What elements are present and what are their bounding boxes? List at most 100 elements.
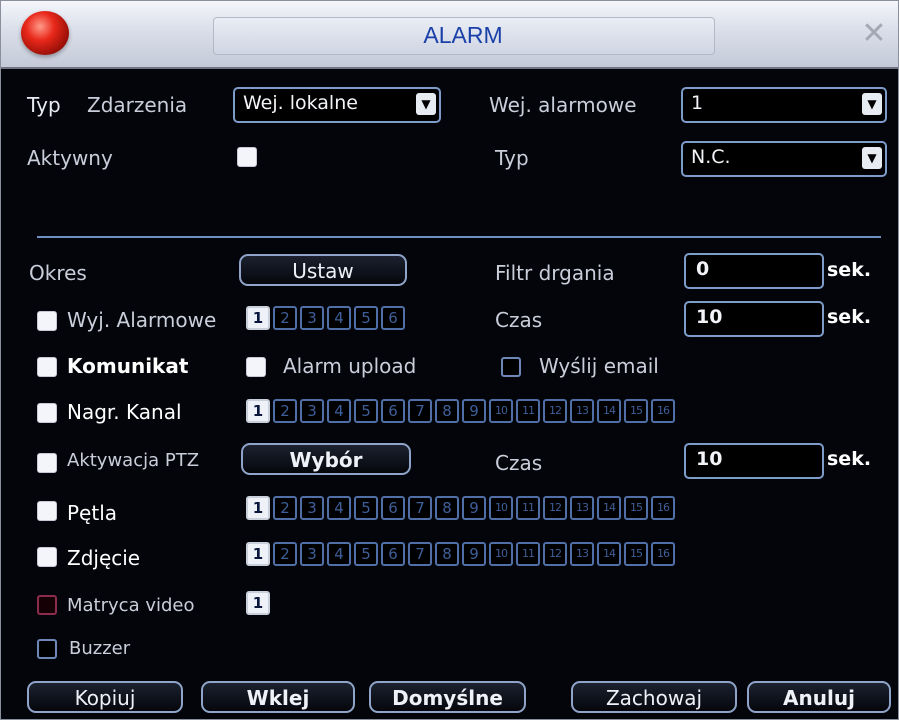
alarm-upload-label: Alarm upload (283, 354, 417, 378)
channel-toggle[interactable]: 6 (381, 399, 405, 423)
ptz-checkbox[interactable] (37, 453, 57, 473)
ustaw-button[interactable]: Ustaw (239, 254, 407, 286)
zdarzenia-value: Wej. lokalne (243, 92, 358, 114)
wyslij-email-checkbox[interactable] (501, 357, 521, 377)
czas2-input[interactable]: 10 (684, 443, 824, 479)
channel-toggle[interactable]: 2 (273, 496, 297, 520)
channel-toggle[interactable]: 4 (327, 306, 351, 330)
wej-alarmowe-value: 1 (691, 92, 704, 114)
typ-select[interactable]: N.C. ▼ (681, 141, 887, 177)
channel-toggle[interactable]: 1 (246, 591, 270, 615)
wyj-checkbox[interactable] (37, 311, 57, 331)
channel-toggle[interactable]: 3 (300, 399, 324, 423)
channel-toggle[interactable]: 13 (570, 542, 594, 566)
channel-toggle[interactable]: 11 (516, 496, 540, 520)
section-divider (37, 236, 881, 238)
wklej-button[interactable]: Wklej (201, 681, 355, 713)
close-icon[interactable]: ✕ (859, 19, 889, 49)
window-title: ALARM (423, 22, 503, 48)
channel-toggle[interactable]: 1 (246, 542, 270, 566)
channel-toggle[interactable]: 3 (300, 306, 324, 330)
chevron-down-icon: ▼ (862, 93, 882, 115)
buzzer-label: Buzzer (69, 638, 131, 659)
channel-toggle[interactable]: 8 (435, 542, 459, 566)
anuluj-button[interactable]: Anuluj (747, 681, 891, 713)
kopiuj-button[interactable]: Kopiuj (27, 681, 183, 713)
nagr-label: Nagr. Kanal (67, 400, 182, 424)
channel-toggle[interactable]: 5 (354, 496, 378, 520)
filtr-input[interactable]: 0 (684, 253, 824, 289)
channel-toggle[interactable]: 1 (246, 496, 270, 520)
chevron-down-icon: ▼ (416, 93, 436, 115)
wybor-button[interactable]: Wybór (241, 443, 411, 475)
channel-toggle[interactable]: 6 (381, 496, 405, 520)
channel-toggle[interactable]: 5 (354, 306, 378, 330)
domyslne-button[interactable]: Domyślne (369, 681, 526, 713)
channel-toggle[interactable]: 16 (651, 496, 675, 520)
channel-toggle[interactable]: 9 (462, 399, 486, 423)
channel-toggle[interactable]: 12 (543, 496, 567, 520)
channel-toggle[interactable]: 1 (246, 306, 270, 330)
zdjecie-checkbox[interactable] (37, 547, 57, 567)
typ2-label: Typ (495, 146, 529, 170)
petla-checkbox[interactable] (37, 501, 57, 521)
channel-toggle[interactable]: 2 (273, 542, 297, 566)
czas2-value: 10 (696, 448, 723, 470)
channel-toggle[interactable]: 4 (327, 496, 351, 520)
channel-toggle[interactable]: 11 (516, 399, 540, 423)
channel-toggle[interactable]: 12 (543, 399, 567, 423)
channel-toggle[interactable]: 8 (435, 399, 459, 423)
channel-toggle[interactable]: 4 (327, 399, 351, 423)
channel-toggle[interactable]: 12 (543, 542, 567, 566)
chevron-down-icon: ▼ (862, 147, 882, 169)
channel-toggle[interactable]: 11 (516, 542, 540, 566)
channel-toggle[interactable]: 6 (381, 542, 405, 566)
channel-toggle[interactable]: 15 (624, 542, 648, 566)
channel-toggle[interactable]: 6 (381, 306, 405, 330)
zdjecie-label: Zdjęcie (67, 546, 141, 570)
channel-toggle[interactable]: 15 (624, 399, 648, 423)
channel-toggle[interactable]: 3 (300, 496, 324, 520)
channel-toggle[interactable]: 1 (246, 399, 270, 423)
czas1-input[interactable]: 10 (684, 301, 824, 337)
channel-toggle[interactable]: 14 (597, 496, 621, 520)
zdarzenia-select[interactable]: Wej. lokalne ▼ (233, 87, 441, 123)
channel-toggle[interactable]: 16 (651, 542, 675, 566)
matryca-channels: 1 (246, 591, 270, 615)
channel-toggle[interactable]: 13 (570, 399, 594, 423)
channel-toggle[interactable]: 13 (570, 496, 594, 520)
channel-toggle[interactable]: 7 (408, 399, 432, 423)
wej-alarmowe-select[interactable]: 1 ▼ (681, 87, 887, 123)
channel-toggle[interactable]: 2 (273, 306, 297, 330)
filtr-value: 0 (696, 258, 710, 280)
channel-toggle[interactable]: 5 (354, 542, 378, 566)
channel-toggle[interactable]: 14 (597, 542, 621, 566)
channel-toggle[interactable]: 9 (462, 496, 486, 520)
channel-toggle[interactable]: 16 (651, 399, 675, 423)
channel-toggle[interactable]: 2 (273, 399, 297, 423)
matryca-checkbox[interactable] (37, 595, 57, 615)
channel-toggle[interactable]: 15 (624, 496, 648, 520)
channel-toggle[interactable]: 5 (354, 399, 378, 423)
channel-toggle[interactable]: 3 (300, 542, 324, 566)
buzzer-checkbox[interactable] (37, 639, 57, 659)
alarm-window: ALARM ✕ Typ Zdarzenia Wej. lokalne ▼ Wej… (0, 0, 899, 720)
channel-toggle[interactable]: 9 (462, 542, 486, 566)
channel-toggle[interactable]: 7 (408, 542, 432, 566)
channel-toggle[interactable]: 8 (435, 496, 459, 520)
aktywny-checkbox[interactable] (237, 147, 257, 167)
channel-toggle[interactable]: 4 (327, 542, 351, 566)
alarm-upload-checkbox[interactable] (246, 357, 266, 377)
wyslij-email-label: Wyślij email (539, 354, 659, 378)
channel-toggle[interactable]: 10 (489, 399, 513, 423)
typ-value: N.C. (691, 146, 731, 168)
channel-toggle[interactable]: 7 (408, 496, 432, 520)
nagr-checkbox[interactable] (37, 403, 57, 423)
channel-toggle[interactable]: 10 (489, 542, 513, 566)
channel-toggle[interactable]: 14 (597, 399, 621, 423)
petla-channels: 1 2 3 4 5 6 7 8 9 10 11 12 13 14 15 16 (246, 496, 675, 520)
komunikat-checkbox[interactable] (37, 357, 57, 377)
channel-toggle[interactable]: 10 (489, 496, 513, 520)
zdjecie-channels: 1 2 3 4 5 6 7 8 9 10 11 12 13 14 15 16 (246, 542, 675, 566)
zachowaj-button[interactable]: Zachowaj (571, 681, 737, 713)
